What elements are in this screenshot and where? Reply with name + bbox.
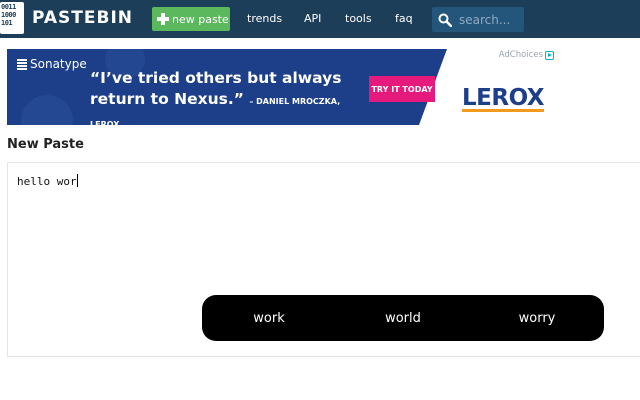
plus-icon <box>157 13 169 25</box>
search-icon <box>438 13 452 27</box>
sonatype-mark-icon <box>17 58 27 70</box>
nav-link-api[interactable]: API <box>304 12 321 25</box>
adchoices-label: AdChoices <box>498 50 543 60</box>
site-logo-text[interactable]: PASTEBIN <box>32 8 133 28</box>
paste-content: hello wor <box>17 175 77 188</box>
text-caret <box>76 174 78 187</box>
ad-quote: “I’ve tried others but always return to … <box>90 68 360 125</box>
adchoices-link[interactable]: AdChoices <box>499 50 554 60</box>
new-paste-button[interactable]: new paste <box>152 7 230 31</box>
keyboard-suggestion-bar: work world worry <box>202 295 604 341</box>
suggestion-work[interactable]: work <box>202 311 336 326</box>
suggestion-world[interactable]: world <box>336 311 470 326</box>
sonatype-logo: Sonatype <box>17 57 87 71</box>
suggestion-worry[interactable]: worry <box>470 311 604 326</box>
ad-cta-button[interactable]: TRY IT TODAY <box>369 76 435 102</box>
ad-banner[interactable]: Sonatype “I’ve tried others but always r… <box>7 49 556 125</box>
adchoices-icon <box>545 50 554 60</box>
new-paste-label: new paste <box>172 12 229 26</box>
sonatype-brand: Sonatype <box>30 57 87 71</box>
lerox-logo: LEROX <box>462 85 545 112</box>
nav-link-trends[interactable]: trends <box>247 12 282 25</box>
top-navbar: 0011 1000 101 PASTEBIN new paste trends … <box>0 0 640 38</box>
new-paste-title: New Paste <box>7 137 84 152</box>
search-input[interactable] <box>459 12 521 27</box>
logo-icon-line: 1000 <box>1 11 16 19</box>
logo-icon-line: 0011 <box>1 3 16 11</box>
search-box[interactable] <box>432 7 524 32</box>
nav-link-faq[interactable]: faq <box>395 12 413 25</box>
logo-icon-line: 101 <box>1 19 13 27</box>
nav-link-tools[interactable]: tools <box>345 12 372 25</box>
pastebin-logo-icon[interactable]: 0011 1000 101 <box>0 2 24 34</box>
